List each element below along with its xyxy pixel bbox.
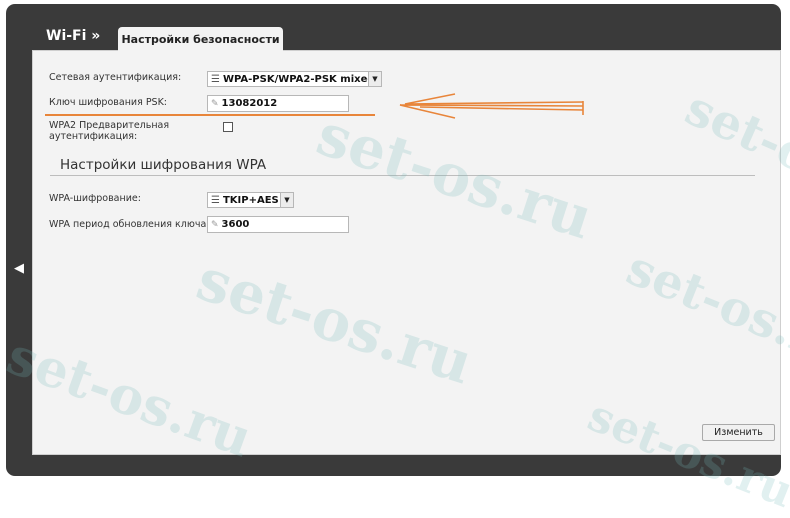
pointer-arrow-icon <box>399 93 584 119</box>
annotation-overlay <box>45 93 584 119</box>
